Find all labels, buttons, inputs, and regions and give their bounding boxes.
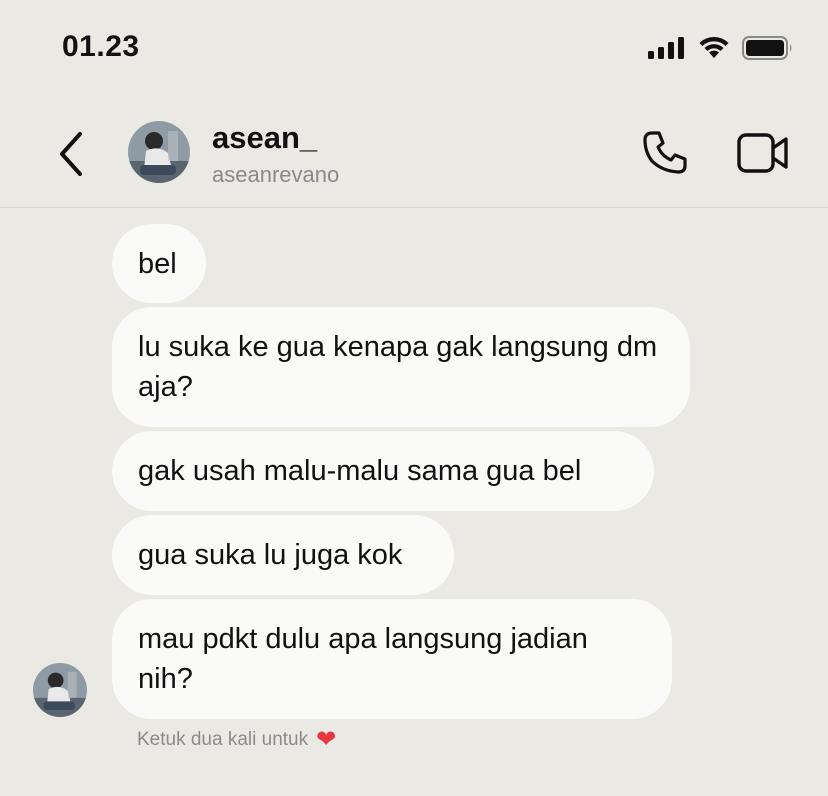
heart-icon: ❤ [316, 726, 337, 753]
wifi-icon [699, 36, 729, 58]
double-tap-hint: Ketuk dua kali untuk ❤ [137, 728, 336, 752]
battery-icon [742, 36, 792, 60]
video-camera-icon[interactable] [736, 130, 790, 176]
message-bubble[interactable]: lu suka ke gua kenapa gak langsung dm aj… [112, 307, 690, 427]
back-chevron-icon[interactable] [52, 128, 92, 180]
hint-text: Ketuk dua kali untuk [137, 729, 309, 750]
message-bubble[interactable]: bel [112, 224, 206, 303]
contact-handle[interactable]: aseanrevano [212, 162, 339, 188]
message-bubble[interactable]: mau pdkt dulu apa langsung jadian nih? [112, 599, 672, 719]
status-time: 01.23 [62, 30, 140, 63]
status-icons [648, 36, 794, 60]
message-bubble[interactable]: gak usah malu-malu sama gua bel [112, 431, 654, 511]
chat-header: asean_ aseanrevano [0, 100, 828, 208]
contact-name[interactable]: asean_ [212, 120, 317, 156]
contact-avatar[interactable] [128, 121, 190, 183]
status-bar: 01.23 [0, 0, 828, 100]
sender-avatar[interactable] [33, 663, 87, 717]
phone-icon[interactable] [640, 128, 690, 178]
cellular-signal-icon [648, 37, 684, 59]
message-bubble[interactable]: gua suka lu juga kok [112, 515, 454, 595]
